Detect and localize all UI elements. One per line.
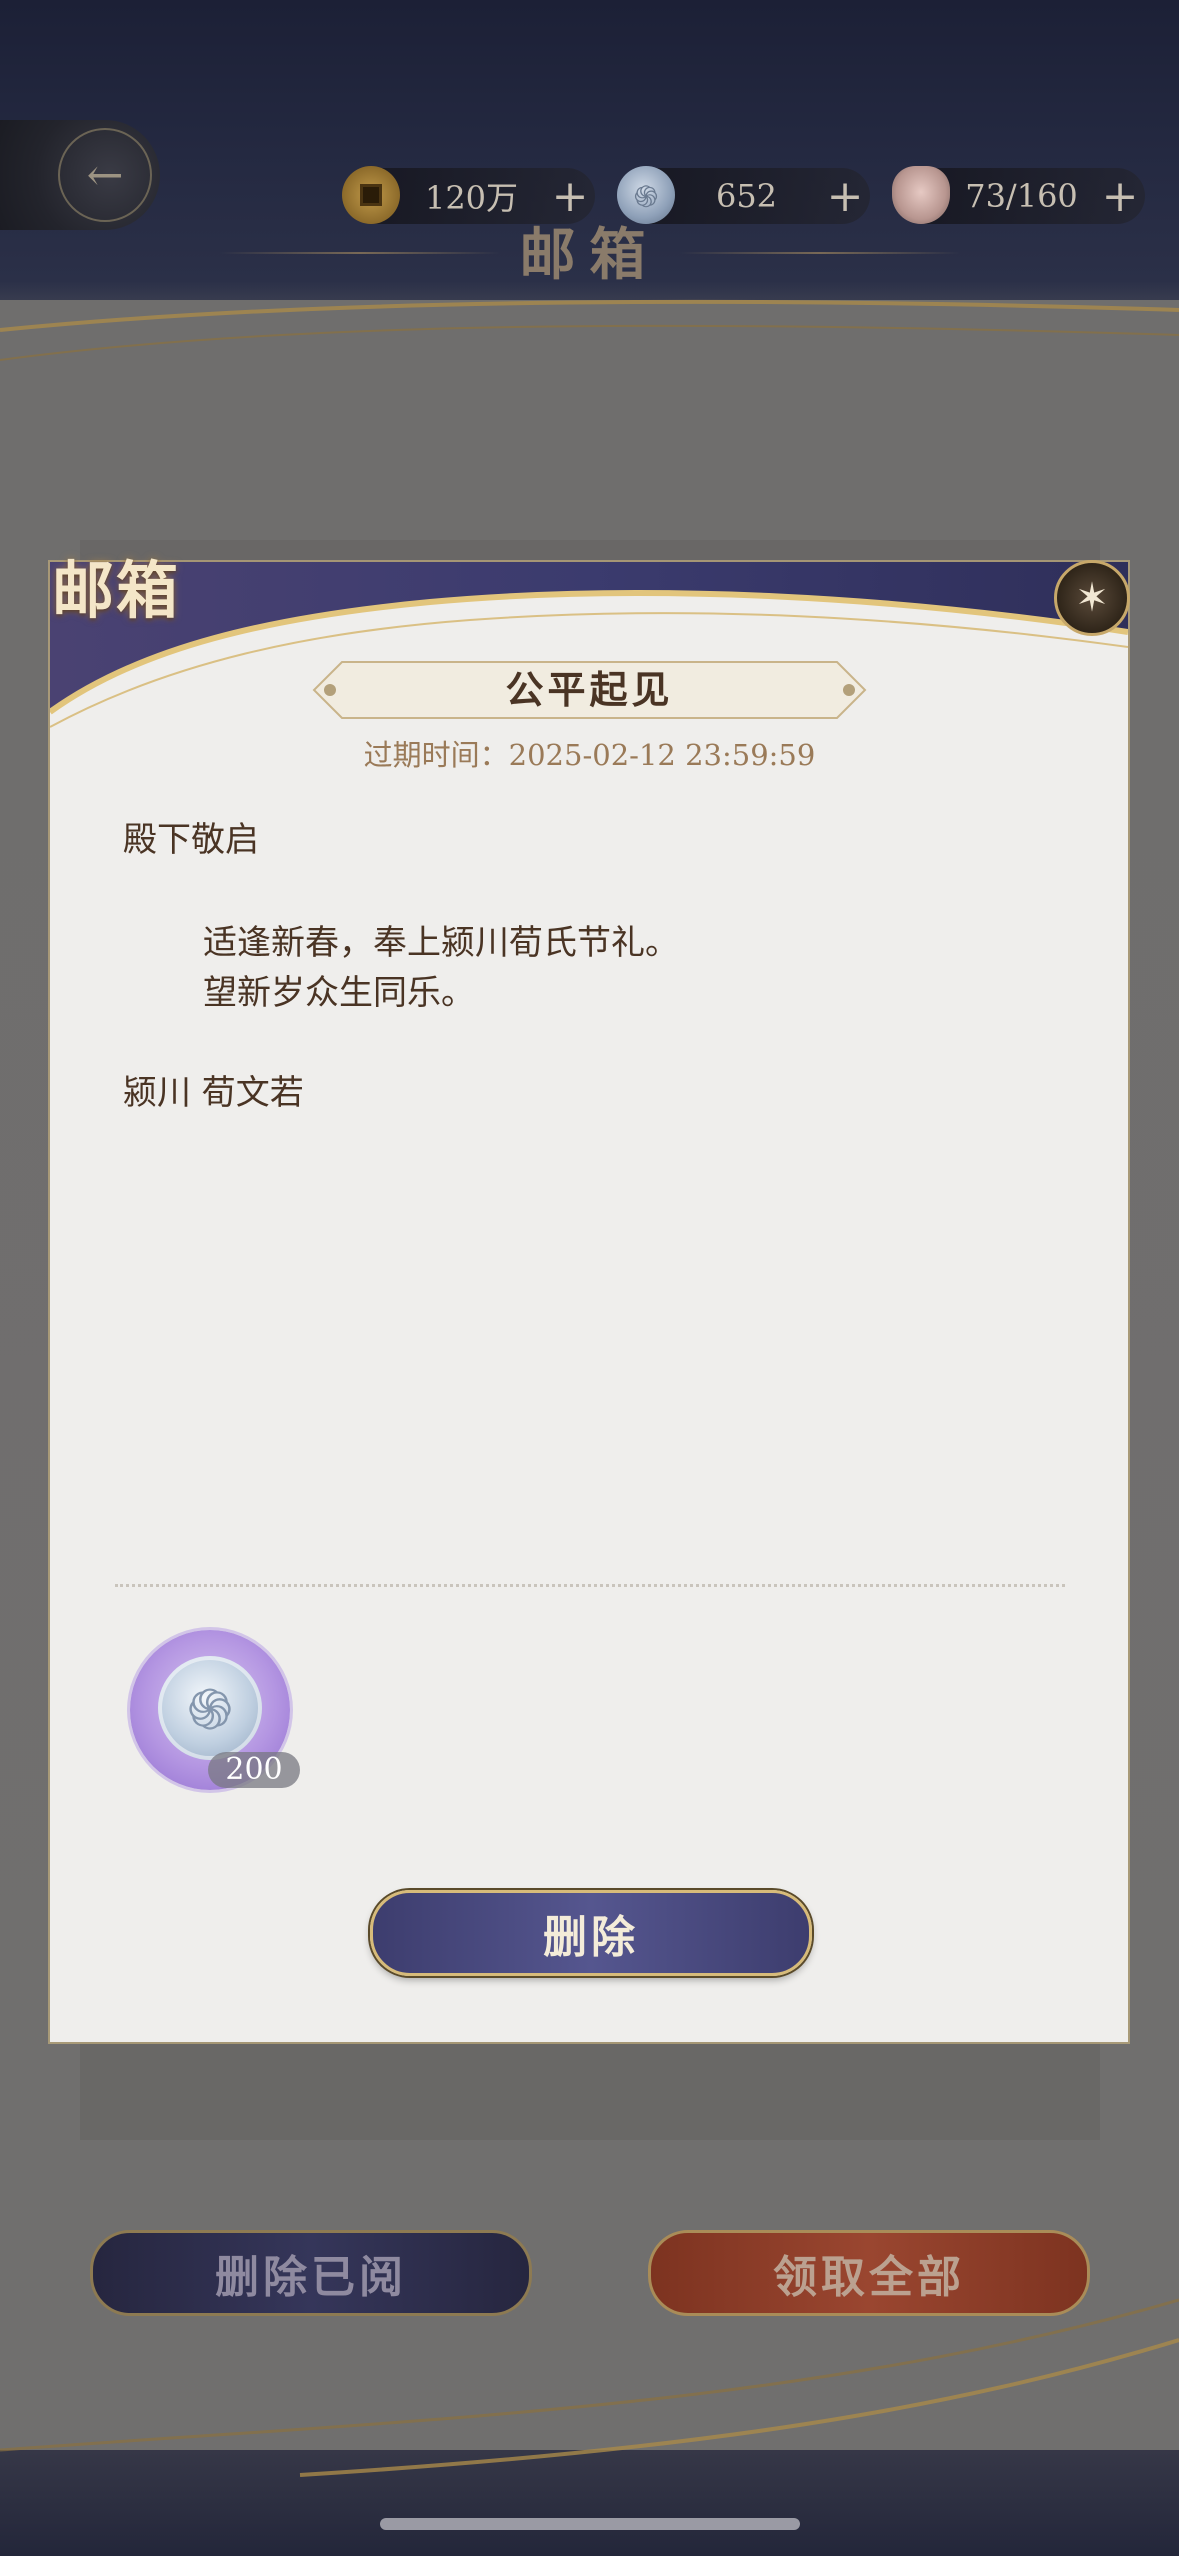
add-coin-button[interactable]: + [545, 171, 595, 222]
delete-button[interactable]: 删除 [370, 1890, 812, 1976]
reward-item[interactable]: ֍ 200 [130, 1630, 300, 1790]
mail-title: 公平起见 [505, 667, 674, 712]
mail-signature: 颍川 荀文若 [123, 1073, 304, 1113]
mail-body-line: 适逢新春，奉上颍川荀氏节礼。 [203, 923, 679, 963]
resource-copper-coin: 120万 + [342, 166, 595, 224]
bowl-icon [892, 166, 950, 224]
mail-body-line: 望新岁众生同乐。 [203, 973, 475, 1013]
add-jade-button[interactable]: + [820, 171, 870, 222]
claim-all-button[interactable]: 领取全部 [648, 2230, 1090, 2316]
coin-icon [342, 166, 400, 224]
divider [115, 1584, 1065, 1587]
home-indicator[interactable] [380, 2518, 800, 2530]
back-button[interactable]: ← [0, 120, 160, 230]
gold-swirl-decoration [0, 299, 1179, 361]
modal-tab-label: 邮箱 [52, 554, 181, 627]
jade-icon: ֍ [158, 1656, 262, 1760]
mail-detail-modal [50, 562, 1128, 2042]
resource-stamina: 73/160 + [892, 166, 1145, 224]
delete-read-button[interactable]: 删除已阅 [90, 2230, 532, 2316]
resource-jade: ֍ 652 + [617, 166, 870, 224]
close-icon[interactable]: ✶ [1054, 560, 1130, 636]
add-stamina-button[interactable]: + [1095, 171, 1145, 222]
expire-time: 过期时间：2025-02-12 23:59:59 [363, 738, 816, 772]
reward-quantity: 200 [208, 1752, 300, 1788]
mail-salutation: 殿下敬启 [123, 820, 259, 860]
jade-icon: ֍ [617, 166, 675, 224]
back-arrow-icon: ← [58, 128, 152, 222]
